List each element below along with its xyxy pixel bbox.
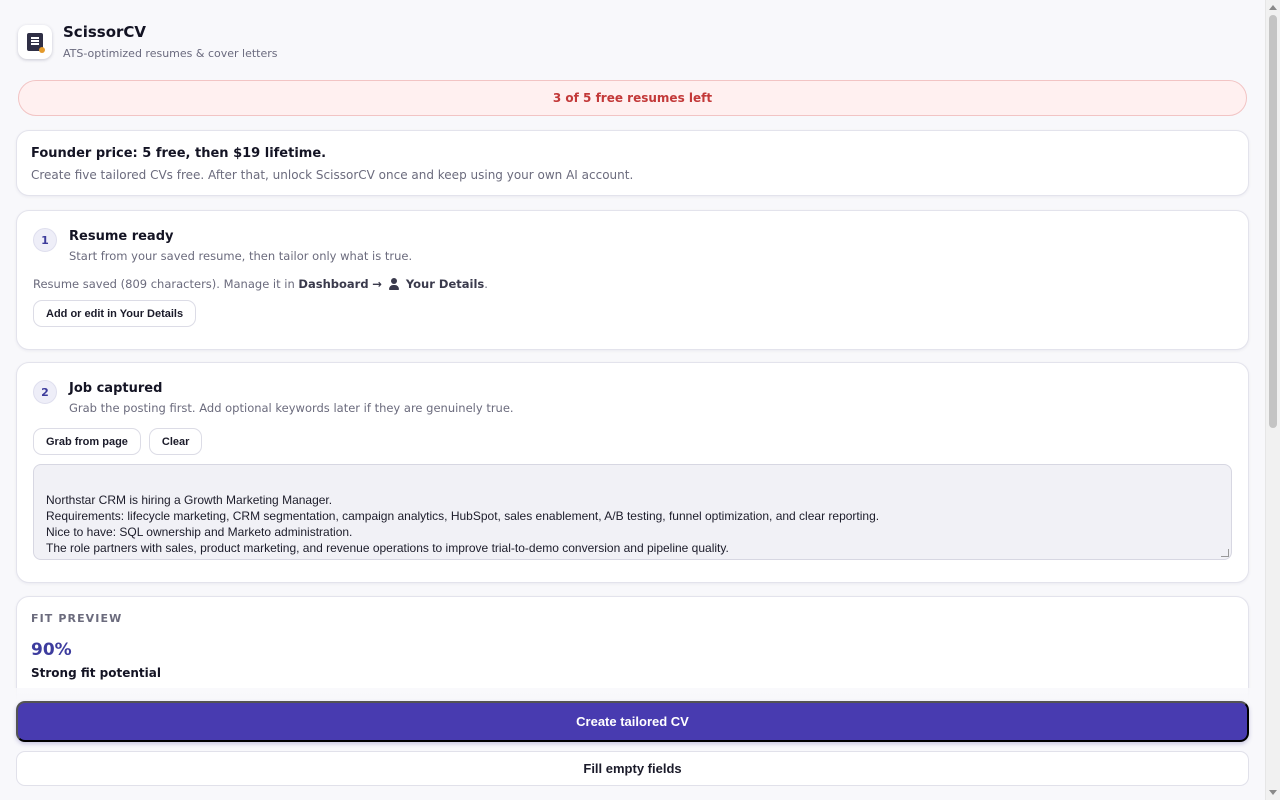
scroll-up-arrow-icon[interactable] (1269, 5, 1277, 10)
resume-step-subtitle: Start from your saved resume, then tailo… (69, 249, 413, 263)
create-tailored-cv-button[interactable]: Create tailored CV (16, 701, 1249, 742)
clear-button[interactable]: Clear (148, 428, 203, 455)
app-logo (18, 25, 52, 59)
scrollbar-thumb[interactable] (1269, 15, 1277, 428)
job-step-subtitle: Grab the posting first. Add optional key… (69, 401, 514, 415)
step-number-badge: 1 (33, 228, 57, 252)
vertical-scrollbar[interactable] (1265, 0, 1280, 800)
scroll-down-arrow-icon[interactable] (1269, 790, 1277, 795)
fill-empty-fields-button[interactable]: Fill empty fields (16, 751, 1249, 786)
saved-status-text: Resume saved (809 characters). Manage it… (33, 277, 295, 291)
person-icon (388, 278, 400, 290)
grab-from-page-button[interactable]: Grab from page (33, 428, 141, 455)
app-name: ScissorCV (63, 23, 147, 41)
pricing-title: Founder price: 5 free, then $19 lifetime… (31, 146, 327, 161)
your-details-text: Your Details (405, 277, 485, 291)
resume-step-header: 1 Resume ready Start from your saved res… (33, 227, 1232, 263)
resume-step-card: 1 Resume ready Start from your saved res… (16, 210, 1249, 350)
arrow-right-icon: → (372, 277, 382, 291)
step-text: Resume ready Start from your saved resum… (69, 227, 412, 263)
app-header: ScissorCV ATS-optimized resumes & cover … (18, 22, 278, 68)
job-description-textarea[interactable]: Northstar CRM is hiring a Growth Marketi… (33, 464, 1232, 560)
resume-saved-status: Resume saved (809 characters). Manage it… (33, 277, 1232, 291)
saved-status-period: . (484, 277, 488, 291)
resize-handle-icon[interactable] (1221, 549, 1229, 557)
resume-actions: Add or edit in Your Details (33, 300, 1232, 327)
job-step-card: 2 Job captured Grab the posting first. A… (16, 362, 1249, 583)
fit-description: Strong fit potential (31, 666, 161, 680)
app-tagline: ATS-optimized resumes & cover letters (63, 47, 278, 60)
job-step-header: 2 Job captured Grab the posting first. A… (33, 379, 1232, 415)
step-number-badge: 2 (33, 380, 57, 404)
edit-your-details-button[interactable]: Add or edit in Your Details (33, 300, 197, 327)
resume-step-title: Resume ready (69, 229, 174, 244)
job-actions: Grab from page Clear (33, 428, 1232, 455)
job-step-title: Job captured (69, 381, 163, 396)
sidepanel: ScissorCV ATS-optimized resumes & cover … (0, 0, 1265, 800)
job-description-text: Northstar CRM is hiring a Growth Marketi… (46, 493, 880, 555)
pricing-card: Founder price: 5 free, then $19 lifetime… (16, 130, 1249, 196)
fit-score: 90% (31, 640, 72, 660)
fit-preview-label: FIT PREVIEW (31, 612, 123, 625)
free-quota-banner: 3 of 5 free resumes left (18, 80, 1247, 116)
document-scissors-icon (27, 33, 45, 53)
dashboard-link-text: Dashboard (298, 277, 369, 291)
brand: ScissorCV ATS-optimized resumes & cover … (63, 22, 278, 68)
step-text: Job captured Grab the posting first. Add… (69, 379, 514, 415)
pricing-body: Create five tailored CVs free. After tha… (31, 168, 634, 182)
